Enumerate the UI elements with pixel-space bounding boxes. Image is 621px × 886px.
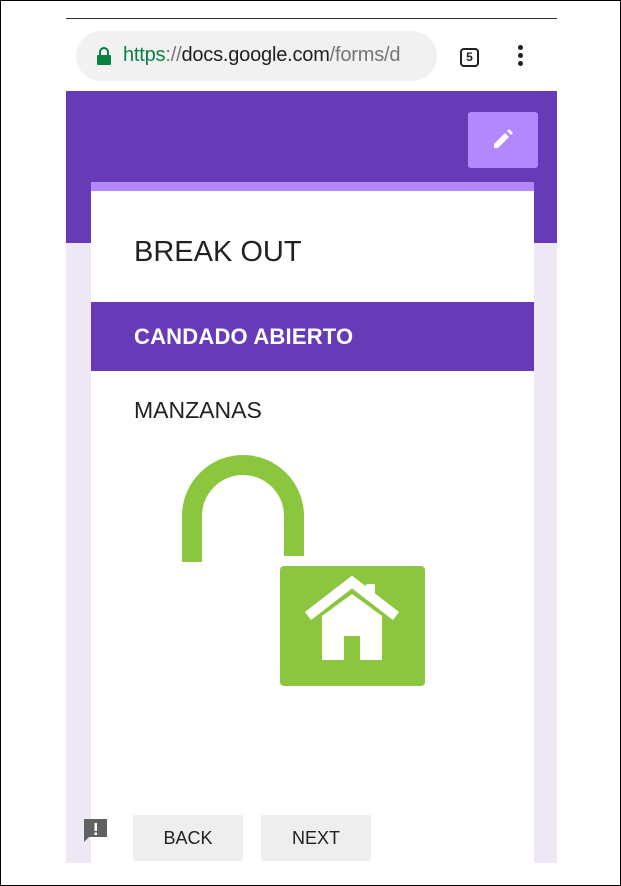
url-scheme: https	[123, 44, 166, 66]
edit-button[interactable]	[468, 112, 538, 168]
more-vert-icon[interactable]	[517, 45, 525, 69]
open-padlock-with-house-icon	[182, 455, 425, 686]
back-button[interactable]: BACK	[133, 815, 243, 861]
form-title: BREAK OUT	[134, 236, 302, 268]
pencil-icon	[494, 129, 513, 148]
form-card: BREAK OUT CANDADO ABIERTO MANZANAS	[91, 182, 534, 863]
url-separator: ://	[165, 44, 182, 66]
card-accent-bar	[91, 182, 534, 191]
section-title: CANDADO ABIERTO	[134, 324, 354, 349]
section-header: CANDADO ABIERTO	[91, 302, 534, 371]
tab-switcher-button[interactable]: 5	[460, 48, 479, 67]
next-button[interactable]: NEXT	[261, 815, 371, 861]
url-host: docs.google.com	[181, 44, 330, 66]
address-bar[interactable]: https://docs.google.com/forms/d	[76, 31, 437, 81]
url-path: /forms/d	[329, 44, 401, 66]
feedback-icon[interactable]	[82, 817, 109, 844]
question-title: MANZANAS	[134, 397, 262, 423]
url-text: https://docs.google.com/forms/d	[123, 44, 400, 67]
phone-screen: https://docs.google.com/forms/d 5 BREAK …	[66, 19, 557, 863]
browser-toolbar: https://docs.google.com/forms/d 5	[66, 19, 557, 91]
lock-icon	[97, 47, 111, 65]
